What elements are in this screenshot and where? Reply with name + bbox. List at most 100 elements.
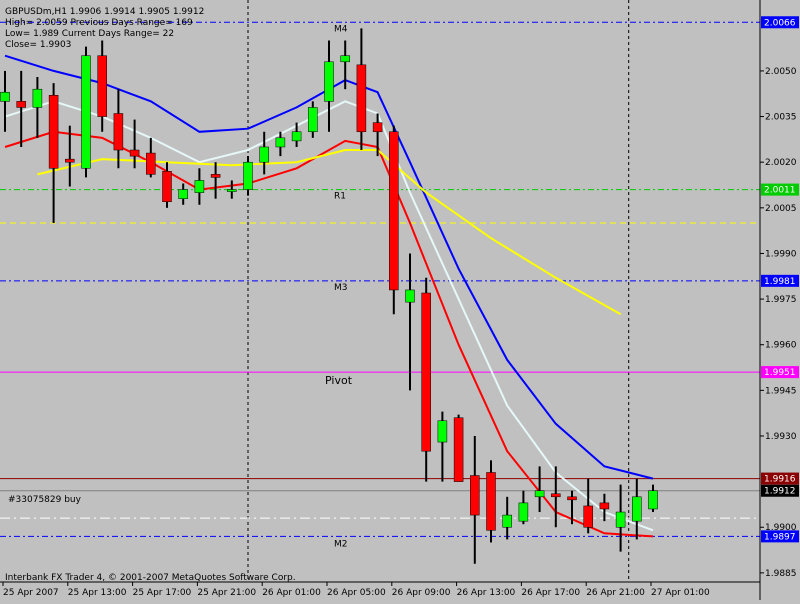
price-levels: M4 R1 M3 Pivot M2 [0, 21, 760, 549]
high-info: High= 2.0059 Previous Days Range= 169 [5, 18, 193, 28]
level-name: Pivot [325, 374, 353, 387]
price-axis: 2.0066 2.0011 1.9981 1.9951 1.9897 1.9916 1.99… [759, 0, 799, 600]
price-tag: 1.9981 [764, 277, 796, 287]
candle [518, 490, 529, 525]
candle [421, 277, 431, 482]
y-tick-label: 2.0005 [765, 204, 797, 214]
y-tick-label: 1.9900 [765, 523, 797, 533]
bear-candle-body [421, 292, 431, 452]
y-tick-label: 1.9990 [765, 249, 797, 259]
x-tick-label: 25 Apr 2007 [3, 588, 59, 598]
x-tick-label: 26 Apr 05:00 [327, 588, 386, 598]
bull-candle-body [259, 146, 269, 163]
x-tick-label: 26 Apr 09:00 [392, 588, 451, 598]
candlesticks[interactable] [0, 28, 658, 564]
bull-candle-body [615, 511, 626, 528]
bull-candle-body [178, 189, 188, 199]
candle [324, 40, 334, 132]
candle [599, 493, 610, 522]
level-name: R1 [334, 192, 346, 202]
candle [308, 101, 318, 138]
candle [178, 183, 188, 205]
candle [210, 162, 221, 199]
bull-candle-body [275, 137, 286, 148]
bull-candle-body [324, 61, 334, 102]
moving-average-line [4, 100, 654, 532]
candle [486, 460, 496, 543]
bull-candle-body [502, 514, 512, 528]
bear-candle-body [372, 122, 383, 133]
close-info: Close= 1.9903 [5, 40, 71, 50]
candle [356, 28, 367, 151]
bear-candle-body [599, 502, 610, 510]
bull-candle-body [227, 189, 237, 192]
bull-candle-body [291, 131, 302, 142]
y-tick-label: 1.9930 [765, 432, 797, 442]
bear-candle-body [567, 496, 577, 501]
bear-candle-body [48, 95, 59, 169]
candle [259, 131, 269, 175]
price-tag: 1.9897 [764, 532, 796, 542]
candle [437, 411, 448, 482]
price-chart[interactable]: M4 R1 M3 Pivot M2 2.0066 2.0011 1.9981 1.9951 1.… [0, 0, 800, 600]
bull-candle-body [81, 55, 91, 169]
candle [0, 70, 10, 132]
candle [648, 484, 658, 513]
bear-candle-body [551, 493, 561, 498]
bull-candle-body [518, 502, 529, 522]
bull-candle-body [648, 490, 658, 510]
bull-candle-body [32, 88, 43, 108]
bear-candle-body [146, 152, 156, 175]
candle [32, 77, 43, 138]
candle [567, 490, 577, 525]
x-tick-label: 25 Apr 13:00 [68, 588, 127, 598]
bear-candle-body [389, 131, 399, 291]
moving-average-line [37, 149, 622, 316]
candle [389, 125, 399, 315]
candle [615, 484, 626, 552]
candle [227, 180, 237, 199]
y-tick-label: 2.0035 [765, 113, 797, 123]
candle [81, 46, 91, 178]
bear-candle-body [113, 113, 124, 151]
bear-candle-body [486, 472, 496, 531]
y-tick-label: 2.0050 [765, 67, 797, 77]
bear-candle-body [210, 174, 221, 178]
candle [16, 70, 26, 147]
bear-candle-body [65, 158, 75, 163]
y-tick-label: 1.9960 [765, 341, 797, 351]
candle [502, 496, 512, 540]
candle [113, 89, 124, 169]
price-tag: 1.9916 [764, 475, 796, 485]
x-tick-label: 25 Apr 17:00 [133, 588, 192, 598]
bull-candle-body [194, 180, 205, 193]
bear-candle-body [453, 417, 464, 482]
candle [453, 414, 464, 482]
candle [194, 168, 205, 205]
bull-candle-body [308, 107, 318, 133]
x-tick-label: 27 Apr 01:00 [651, 588, 710, 598]
bull-candle-body [632, 496, 642, 522]
level-name: M3 [334, 283, 348, 293]
level-name: M2 [334, 539, 348, 549]
bear-candle-body [583, 505, 593, 528]
candle [583, 478, 593, 534]
low-info: Low= 1.989 Current Days Range= 22 [5, 29, 174, 39]
chart-window[interactable]: M4 R1 M3 Pivot M2 2.0066 2.0011 1.9981 1.9951 1.… [0, 0, 800, 600]
price-tag: 2.0011 [764, 186, 796, 196]
bull-candle-body [405, 289, 415, 303]
x-tick-label: 26 Apr 13:00 [457, 588, 516, 598]
candle [632, 478, 642, 540]
bull-candle-body [534, 490, 545, 498]
symbol-info: GBPUSDm,H1 1.9906 1.9914 1.9905 1.9912 [5, 7, 204, 17]
y-tick-label: 1.9885 [765, 569, 797, 579]
y-tick-label: 1.9975 [765, 295, 797, 305]
bear-candle-body [97, 55, 107, 117]
bull-candle-body [340, 55, 350, 63]
candle [405, 253, 415, 391]
bear-candle-body [356, 64, 367, 133]
bear-candle-body [16, 101, 26, 108]
bear-candle-body [129, 149, 140, 157]
order-label: #33075829 buy [8, 495, 82, 505]
bear-candle-body [162, 171, 172, 202]
